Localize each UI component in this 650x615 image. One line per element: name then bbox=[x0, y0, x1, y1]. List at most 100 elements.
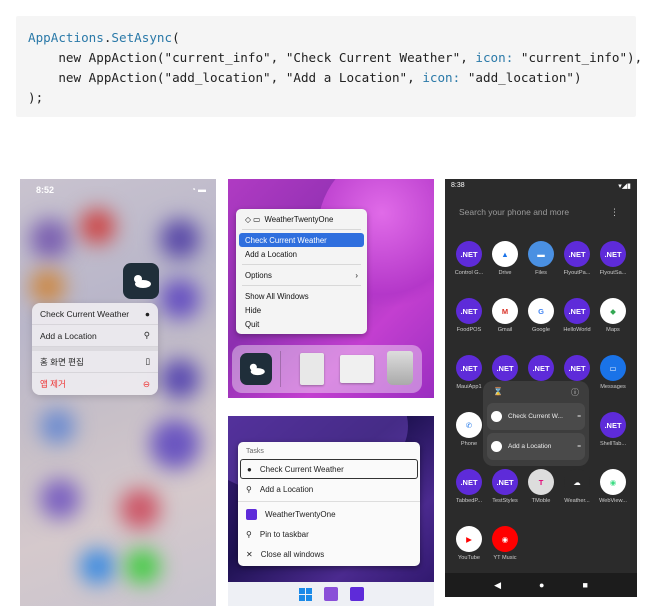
app-tile[interactable]: .NET bbox=[487, 355, 523, 381]
windows-jump-list: Tasks ● Check Current Weather ⚲ Add a Loca… bbox=[238, 442, 420, 566]
windows-start-icon[interactable] bbox=[298, 587, 312, 601]
app-label: Google bbox=[531, 327, 551, 333]
app-tile[interactable]: ▬ Files bbox=[523, 241, 559, 276]
app-label: FlyoutSa... bbox=[599, 270, 627, 276]
current-info-icon: ● bbox=[144, 308, 150, 319]
app-tile[interactable]: G Google bbox=[523, 298, 559, 333]
app-tile[interactable]: ◉ YT Music bbox=[487, 526, 523, 561]
code-line2-kw: icon: bbox=[475, 50, 514, 65]
windows-pin-to-taskbar[interactable]: ⚲ Pin to taskbar bbox=[238, 524, 420, 544]
app-tile[interactable]: .NET ShellTab... bbox=[595, 412, 631, 447]
location-pin-icon: ⚲ bbox=[143, 330, 150, 340]
app-tile[interactable]: .NET bbox=[523, 355, 559, 381]
app-tile[interactable]: ☁ Weather... bbox=[559, 469, 595, 504]
windows-action-add-location[interactable]: ⚲ Add a Location bbox=[238, 479, 420, 499]
macos-app-title: ◇ ▭ WeatherTwentyOne bbox=[245, 214, 334, 224]
ios-quick-actions-menu: Check Current Weather ● Add a Location ⚲ 홈… bbox=[32, 303, 158, 395]
app-label: TMoble bbox=[531, 498, 551, 504]
weather-app-icon[interactable] bbox=[240, 353, 272, 385]
chevron-right-icon: › bbox=[355, 270, 358, 280]
app-tile[interactable]: .NET Control G... bbox=[451, 241, 487, 276]
app-tile[interactable]: .NET TabbedP... bbox=[451, 469, 487, 504]
app-tile[interactable]: .NET FoodPOS bbox=[451, 298, 487, 333]
code-block: AppActions.SetAsync( new AppAction("curr… bbox=[16, 16, 642, 117]
ios-status-icons: ◔ ▬ bbox=[190, 185, 206, 194]
macos-action-check-weather[interactable]: Check Current Weather bbox=[239, 233, 364, 247]
macos-hide[interactable]: Hide bbox=[236, 303, 367, 317]
jump-list-section-title: Tasks bbox=[246, 448, 264, 455]
drive-icon: ▲ bbox=[492, 241, 518, 267]
ytmusic-icon: ◉ bbox=[492, 526, 518, 552]
dotnet-icon: .NET bbox=[564, 298, 590, 324]
app-label: Weather... bbox=[564, 498, 590, 504]
trash-icon[interactable] bbox=[387, 351, 413, 385]
app-tile[interactable]: ▶ YouTube bbox=[451, 526, 487, 561]
app-tile[interactable]: ◉ WebView... bbox=[595, 469, 631, 504]
windows-close-all[interactable]: ✕ Close all windows bbox=[238, 544, 420, 564]
hourglass-icon: ⌛ bbox=[493, 387, 503, 396]
app-tile[interactable]: .NET FlyoutSa... bbox=[595, 241, 631, 276]
code-line3-kw: icon: bbox=[422, 70, 461, 85]
app-label: YT Music bbox=[493, 555, 517, 561]
ios-action-check-weather[interactable]: Check Current Weather ● bbox=[32, 303, 158, 325]
app-label: Files bbox=[535, 270, 547, 276]
ios-time: 8:52 bbox=[36, 185, 55, 195]
app-tile[interactable]: .NET bbox=[559, 355, 595, 381]
home-icon[interactable]: ● bbox=[539, 580, 544, 590]
recents-icon[interactable]: ■ bbox=[582, 580, 587, 590]
windows-app-item[interactable]: WeatherTwentyOne bbox=[238, 504, 420, 524]
app-tile[interactable]: ✆ Phone bbox=[451, 412, 487, 447]
app-tile[interactable]: .NET FlyoutPa... bbox=[559, 241, 595, 276]
android-action-add-location[interactable]: Add a Location = bbox=[487, 433, 585, 460]
app-label: Maps bbox=[606, 327, 620, 333]
document-icon[interactable] bbox=[300, 353, 324, 385]
messages-icon: ▭ bbox=[600, 355, 626, 381]
app-tile[interactable]: ▭ Messages bbox=[595, 355, 631, 390]
weather-app-icon[interactable] bbox=[123, 263, 159, 299]
app-label: WebView... bbox=[599, 498, 627, 504]
app-tile[interactable]: T TMoble bbox=[523, 469, 559, 504]
weather-app-icon[interactable] bbox=[349, 587, 364, 601]
weather-app-icon bbox=[246, 508, 257, 520]
app-tile[interactable]: .NET HelloWorld bbox=[559, 298, 595, 333]
visual-studio-icon[interactable] bbox=[323, 587, 338, 601]
app-tile[interactable]: ◆ Maps bbox=[595, 298, 631, 333]
tmoble-icon: T bbox=[528, 469, 554, 495]
pin-icon: ⚲ bbox=[246, 529, 252, 539]
close-icon: ✕ bbox=[246, 549, 253, 559]
more-options-icon[interactable]: ⋮ bbox=[610, 207, 619, 218]
app-tile[interactable]: .NET TestStyles bbox=[487, 469, 523, 504]
android-search-bar[interactable]: Search your phone and more bbox=[459, 207, 569, 217]
ios-action-remove-app[interactable]: 앱 제거 ⊖ bbox=[32, 373, 158, 395]
android-screenshot: 8:38 ▾◢▮ Search your phone and more ⋮ .N… bbox=[445, 179, 637, 597]
webview-icon: ◉ bbox=[600, 469, 626, 495]
phone-icon: ✆ bbox=[456, 412, 482, 438]
macos-show-all-windows[interactable]: Show All Windows bbox=[236, 289, 367, 303]
ios-action-edit-home[interactable]: 홈 화면 편집 ▯ bbox=[32, 351, 158, 373]
android-status-icons: ▾◢▮ bbox=[618, 183, 631, 190]
maps-icon: ◆ bbox=[600, 298, 626, 324]
app-label: Control G... bbox=[454, 270, 484, 276]
code-line3-prefix: new AppAction( bbox=[28, 70, 165, 85]
remove-icon: ⊖ bbox=[142, 378, 150, 389]
windows-action-check-weather[interactable]: ● Check Current Weather bbox=[240, 459, 418, 479]
app-tile[interactable]: .NET MauiApp1 bbox=[451, 355, 487, 390]
android-action-check-weather[interactable]: Check Current W... = bbox=[487, 403, 585, 430]
window-icon: ◇ ▭ bbox=[245, 214, 261, 224]
code-line3-title: "Add a Location" bbox=[285, 70, 408, 85]
macos-options[interactable]: Options › bbox=[236, 268, 367, 282]
info-icon[interactable]: ⓘ bbox=[571, 387, 579, 398]
app-tile[interactable]: ▲ Drive bbox=[487, 241, 523, 276]
macos-action-add-location[interactable]: Add a Location bbox=[236, 247, 367, 261]
app-label: Drive bbox=[498, 270, 512, 276]
dotnet-icon: .NET bbox=[564, 241, 590, 267]
code-class: AppActions bbox=[28, 30, 104, 45]
screenshot-icon[interactable] bbox=[340, 355, 374, 383]
code-line2-prefix: new AppAction( bbox=[28, 50, 165, 65]
dotnet-icon: .NET bbox=[492, 469, 518, 495]
app-tile[interactable]: M Gmail bbox=[487, 298, 523, 333]
macos-quit[interactable]: Quit bbox=[236, 317, 367, 331]
ios-action-add-location[interactable]: Add a Location ⚲ bbox=[32, 325, 158, 347]
files-icon: ▬ bbox=[528, 241, 554, 267]
back-icon[interactable]: ◀ bbox=[494, 580, 501, 591]
